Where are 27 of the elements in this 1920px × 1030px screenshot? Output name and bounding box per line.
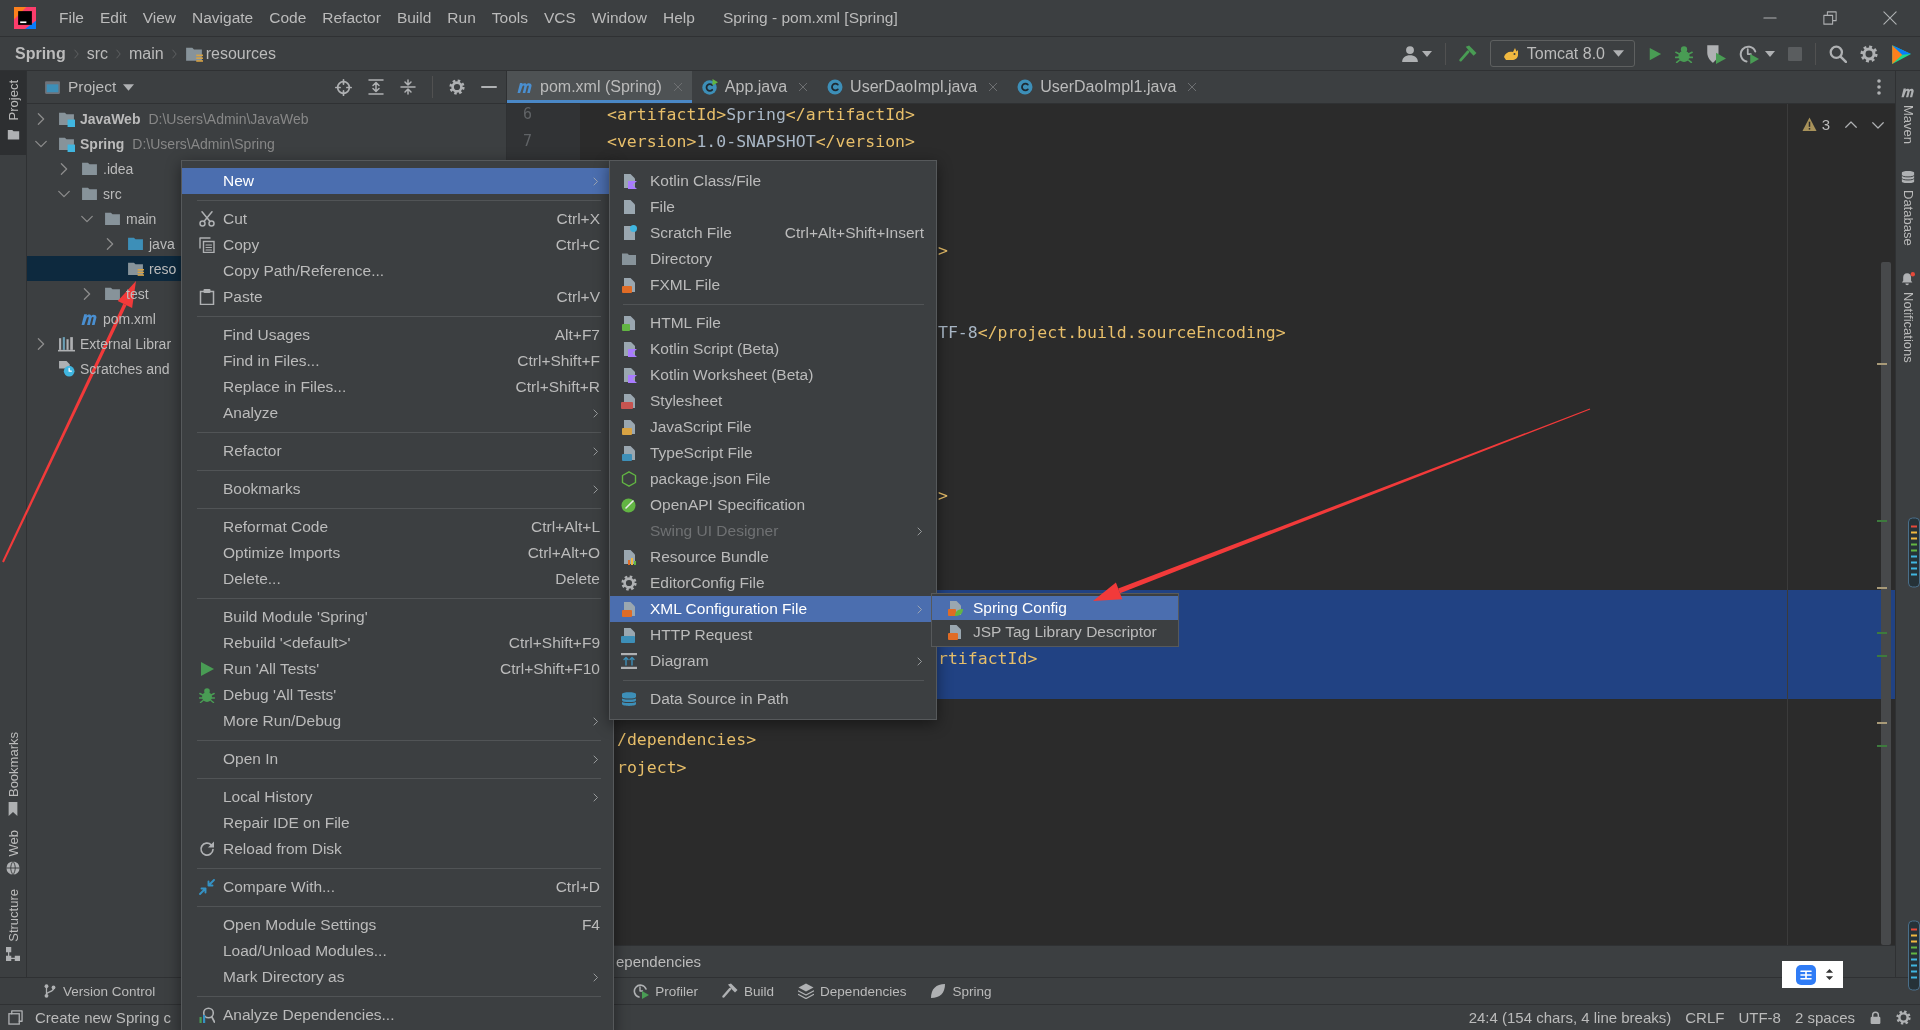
shortcut-label: Ctrl+Alt+L (530, 518, 600, 536)
shortcut-label: Ctrl+Shift+F9 (507, 634, 600, 652)
code-text: > (938, 485, 948, 505)
shortcut-label: Ctrl+X (555, 210, 600, 228)
shortcut-label: Delete (554, 570, 600, 588)
code-text: <version>1.0-SNAPSHOT</version> (607, 132, 915, 152)
shortcut-label: Alt+F7 (553, 326, 600, 344)
panel-title: ependencies (616, 953, 702, 970)
shortcut-label: Ctrl+V (555, 288, 600, 306)
code-text: rtifactId> (938, 648, 1038, 668)
shortcut-label: Ctrl+Shift+F (516, 352, 600, 370)
window-title: Spring - pom.xml [Spring] (722, 9, 898, 27)
shortcut-label: Ctrl+Shift+R (514, 378, 600, 396)
code-text: roject> (617, 757, 687, 777)
shortcut-label: Ctrl+D (554, 878, 600, 896)
shortcut-label: Ctrl+Alt+Shift+Insert (783, 224, 924, 242)
shortcut-label: Ctrl+C (554, 236, 600, 254)
code-text: TF-8</project.build.sourceEncoding> (938, 322, 1286, 342)
code-text: /dependencies> (617, 730, 757, 750)
shortcut-label: F4 (580, 916, 600, 934)
shortcut-label: Ctrl+Shift+F10 (499, 660, 600, 678)
code-text: > (938, 240, 948, 260)
code-text: <artifactId>Spring</artifactId> (607, 105, 915, 124)
status-message: Create new Spring c (35, 1009, 171, 1026)
shortcut-label: Ctrl+Alt+O (526, 544, 600, 562)
path-label: D:\Users\Admin\JavaWeb (148, 110, 309, 127)
path-label: D:\Users\Admin\Spring (132, 135, 275, 152)
